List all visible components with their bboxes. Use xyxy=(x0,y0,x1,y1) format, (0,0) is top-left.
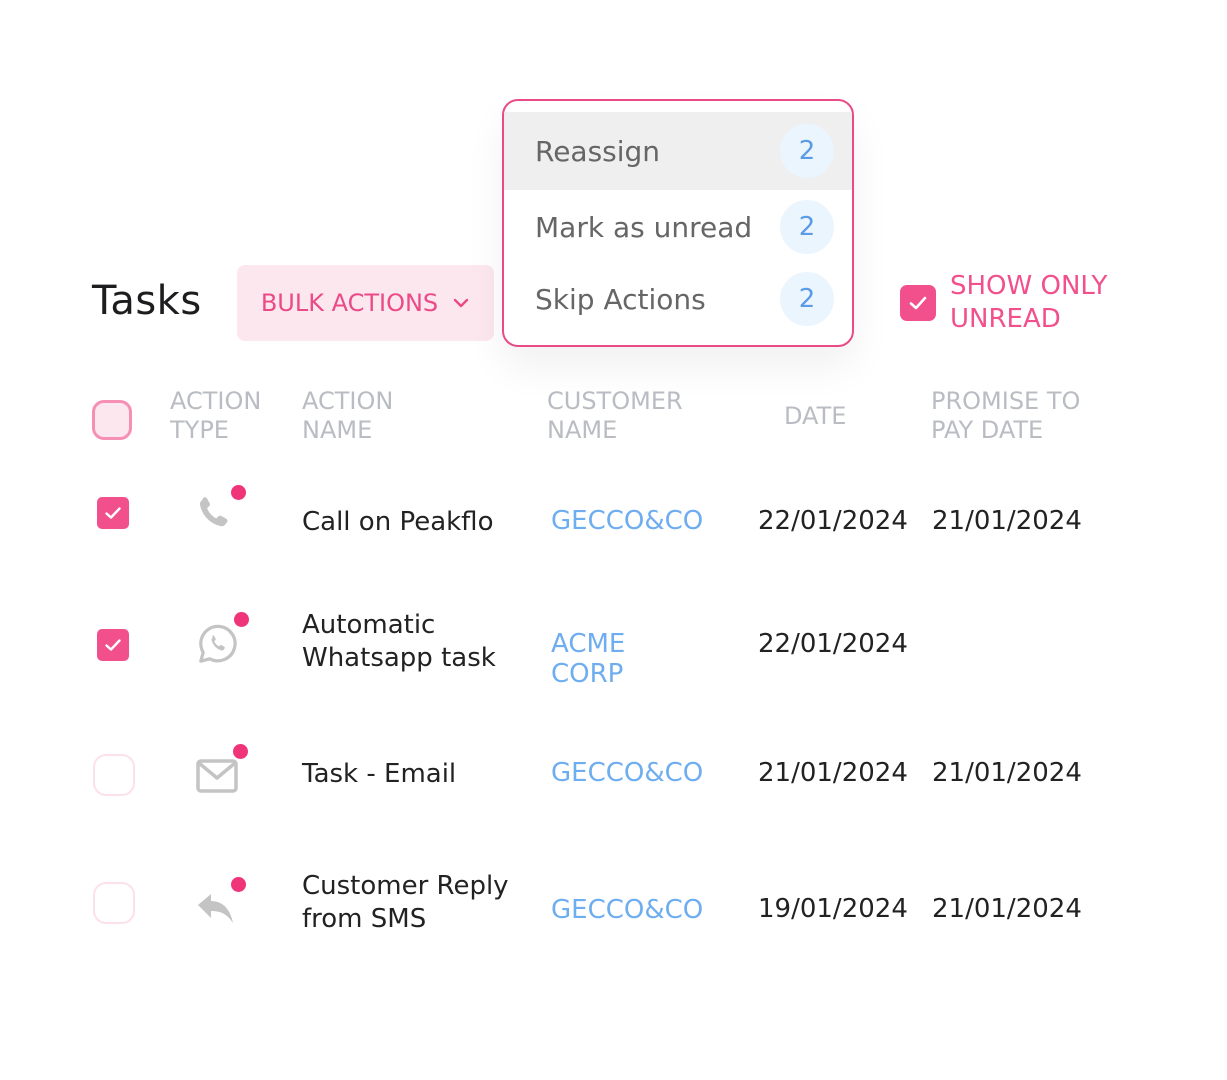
action-name: Automatic Whatsapp task xyxy=(302,610,496,673)
menu-item-skip-actions[interactable]: Skip Actions 2 xyxy=(504,260,852,338)
bulk-actions-menu: Reassign 2 Mark as unread 2 Skip Actions… xyxy=(502,99,854,347)
row-checkbox[interactable] xyxy=(97,497,129,529)
header-line: ACTION xyxy=(302,387,394,415)
column-header-customer-name[interactable]: CUSTOMER NAME xyxy=(547,387,683,445)
customer-name-link[interactable]: ACME CORP xyxy=(551,629,625,689)
bulk-actions-label: BULK ACTIONS xyxy=(260,289,439,317)
show-only-unread-toggle[interactable]: SHOW ONLY UNREAD xyxy=(900,270,1130,336)
row-checkbox[interactable] xyxy=(93,882,135,924)
date: 21/01/2024 xyxy=(758,758,908,788)
header-line: DATE xyxy=(784,402,847,430)
header-line: NAME xyxy=(547,416,618,444)
chevron-down-icon xyxy=(453,298,469,308)
action-type-cell xyxy=(188,485,248,545)
date: 19/01/2024 xyxy=(758,894,908,924)
unread-dot xyxy=(231,877,246,892)
show-only-unread-checkbox[interactable] xyxy=(900,285,936,321)
whatsapp-icon xyxy=(199,624,237,663)
menu-item-reassign[interactable]: Reassign 2 xyxy=(504,112,852,190)
menu-item-label: Reassign xyxy=(535,134,661,168)
action-name: Task - Email xyxy=(302,759,457,789)
header-line: CUSTOMER xyxy=(547,387,683,415)
date: 22/01/2024 xyxy=(758,629,908,659)
unread-dot xyxy=(233,744,248,759)
menu-item-label: Mark as unread xyxy=(535,210,753,244)
select-all-checkbox[interactable] xyxy=(92,400,132,440)
date: 22/01/2024 xyxy=(758,506,908,536)
action-type-cell xyxy=(193,744,253,804)
count-badge: 2 xyxy=(780,124,834,178)
column-header-action-name[interactable]: ACTION NAME xyxy=(302,387,393,445)
header-line: NAME xyxy=(302,416,373,444)
header-line: PAY DATE xyxy=(931,416,1044,444)
row-checkbox[interactable] xyxy=(97,629,129,661)
customer-name-link[interactable]: GECCO&CO xyxy=(551,758,703,788)
menu-item-label: Skip Actions xyxy=(535,282,706,316)
checkmark-icon xyxy=(105,639,121,651)
customer-name-link[interactable]: GECCO&CO xyxy=(551,506,703,536)
action-type-cell xyxy=(192,876,252,936)
row-checkbox[interactable] xyxy=(93,754,135,796)
count-badge: 2 xyxy=(780,272,834,326)
action-name: Customer Reply from SMS xyxy=(302,871,509,934)
show-only-unread-label: SHOW ONLY UNREAD xyxy=(950,271,1108,334)
header-line: ACTION xyxy=(170,387,262,415)
count-badge: 2 xyxy=(780,200,834,254)
checkmark-icon xyxy=(909,296,927,310)
promise-to-pay-date: 21/01/2024 xyxy=(932,894,1082,924)
action-type-cell xyxy=(192,612,252,672)
column-header-action-type[interactable]: ACTION TYPE xyxy=(170,387,261,445)
action-name: Call on Peakflo xyxy=(302,507,494,537)
email-icon xyxy=(196,759,238,793)
header-line: TYPE xyxy=(170,416,229,444)
column-header-promise-to-pay-date[interactable]: PROMISE TO PAY DATE xyxy=(931,387,1080,445)
menu-item-mark-as-unread[interactable]: Mark as unread 2 xyxy=(504,188,852,266)
checkmark-icon xyxy=(105,507,121,519)
promise-to-pay-date: 21/01/2024 xyxy=(932,506,1082,536)
unread-dot xyxy=(234,612,249,627)
phone-icon xyxy=(199,497,228,527)
reply-icon xyxy=(198,894,233,923)
customer-name-link[interactable]: GECCO&CO xyxy=(551,895,703,925)
header-line: PROMISE TO xyxy=(931,387,1081,415)
column-header-date[interactable]: DATE xyxy=(784,402,846,431)
unread-dot xyxy=(231,485,246,500)
page-title: Tasks xyxy=(92,278,202,324)
bulk-actions-button[interactable]: BULK ACTIONS xyxy=(237,265,494,341)
promise-to-pay-date: 21/01/2024 xyxy=(932,758,1082,788)
